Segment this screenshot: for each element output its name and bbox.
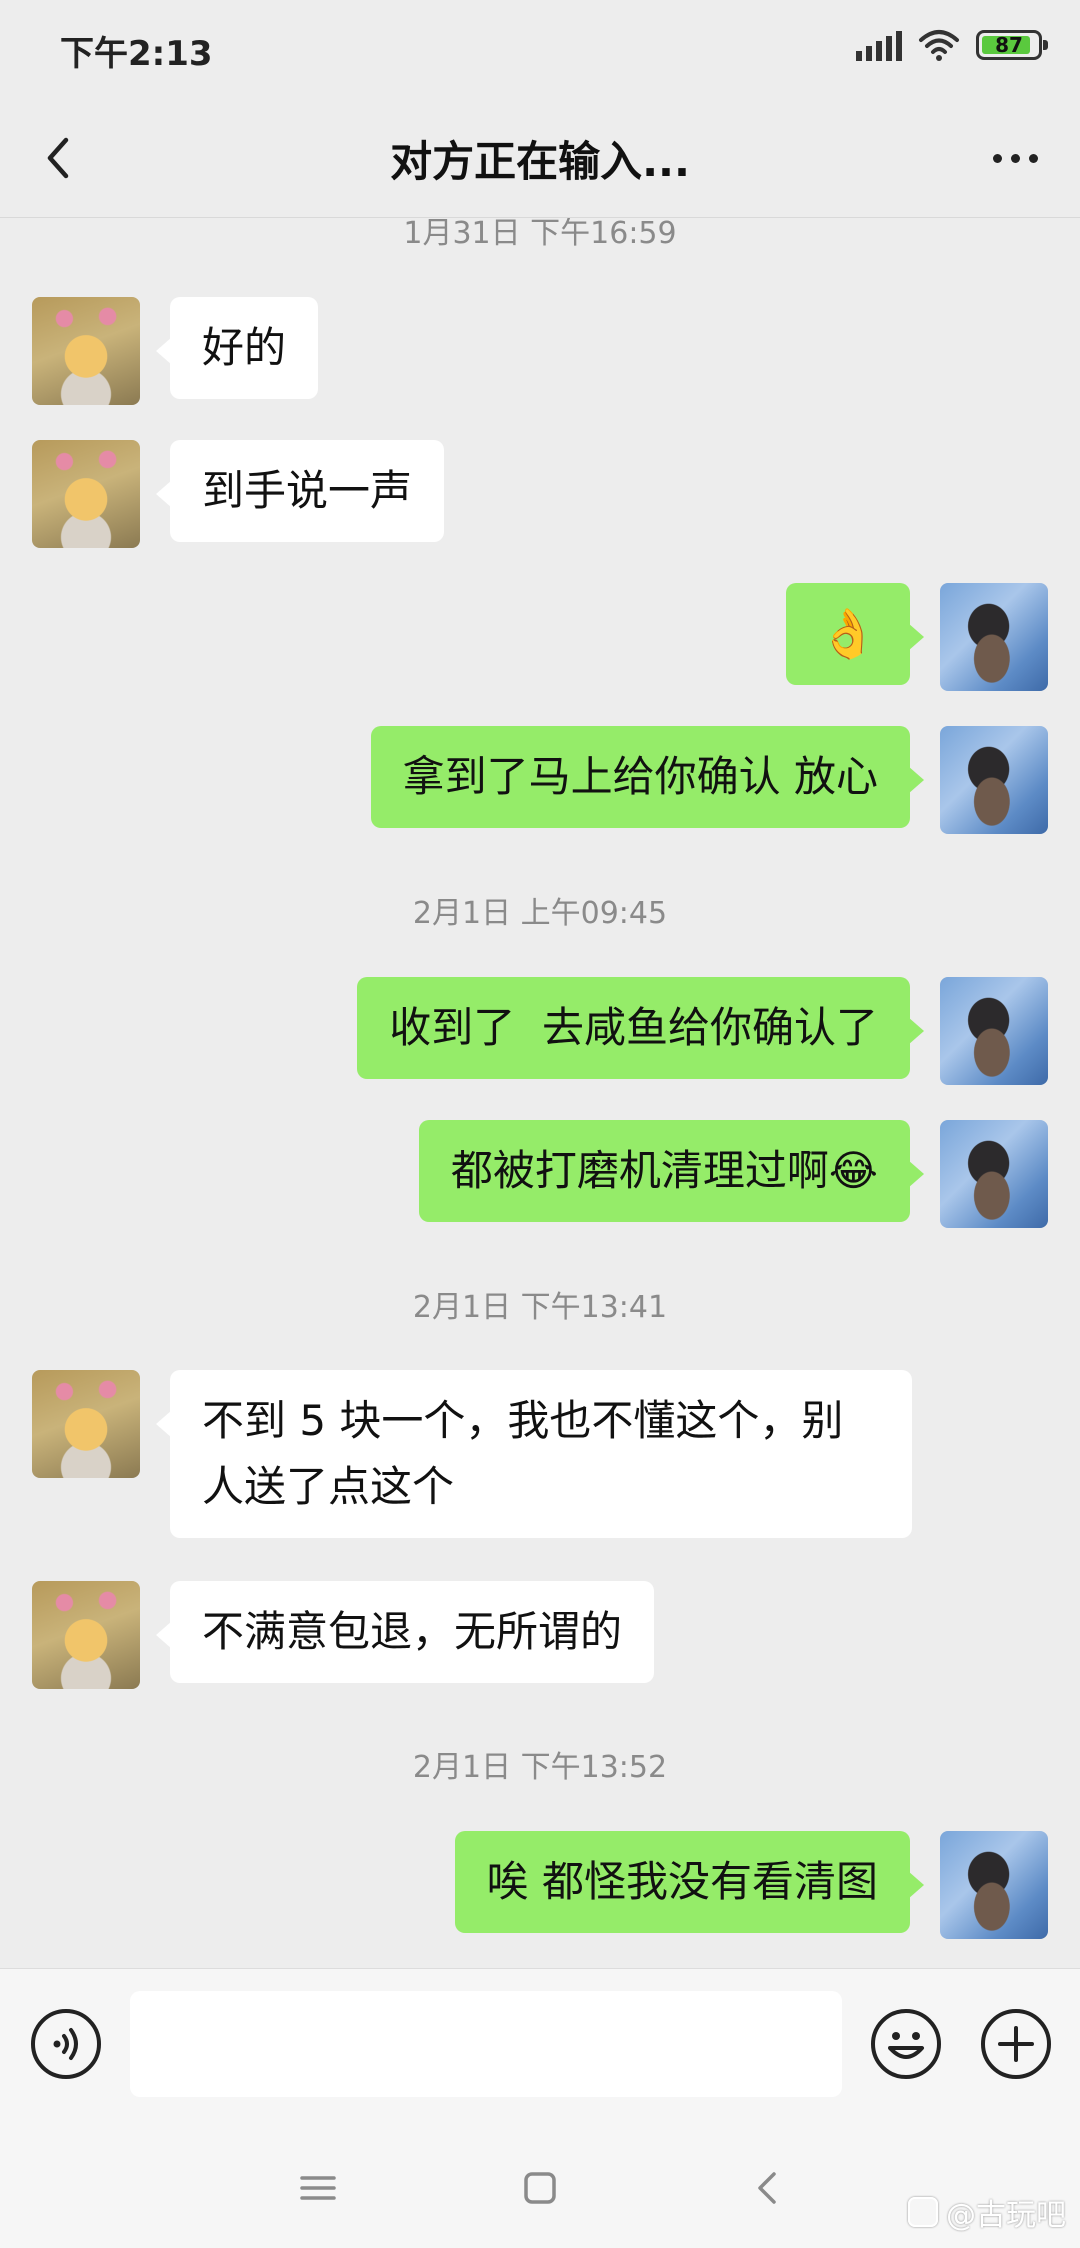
message-bubble-peer[interactable]: 好的: [155, 297, 319, 399]
chat-header: 对方正在输入...: [0, 100, 1080, 218]
status-time: 下午2:13: [60, 34, 213, 74]
battery-icon: 87: [976, 30, 1048, 60]
message-input-bar: [0, 1968, 1080, 2118]
more-dot-icon: [992, 153, 1002, 163]
message-bubble-peer[interactable]: 到手说一声: [155, 440, 445, 542]
signal-icon: [856, 29, 902, 61]
home-button[interactable]: [510, 2158, 570, 2218]
peer-avatar[interactable]: [32, 1370, 140, 1478]
self-avatar[interactable]: [940, 977, 1048, 1085]
more-functions-button[interactable]: [980, 2008, 1052, 2080]
watermark-text: @古玩吧: [946, 2198, 1066, 2233]
self-avatar[interactable]: [940, 583, 1048, 691]
more-dot-icon: [1010, 153, 1020, 163]
voice-input-button[interactable]: [30, 2008, 102, 2080]
voice-icon: [31, 2009, 101, 2079]
recent-apps-button[interactable]: [288, 2158, 348, 2218]
status-bar: 下午2:13 87: [0, 0, 1080, 100]
peer-avatar[interactable]: [32, 440, 140, 548]
message-bubble-self[interactable]: 拿到了马上给你确认 放心: [370, 726, 925, 828]
self-avatar[interactable]: [940, 1120, 1048, 1228]
message-timestamp: 1月31日 下午16:59: [403, 218, 677, 251]
status-icons: 87: [856, 28, 1048, 62]
message-bubble-self[interactable]: 收到了 去咸鱼给你确认了: [357, 977, 924, 1079]
back-arrow-icon: [758, 2172, 776, 2204]
more-dot-icon: [1028, 153, 1038, 163]
message-bubble-peer[interactable]: 不到 5 块一个，我也不懂这个，别人送了点这个: [156, 1370, 912, 1538]
system-navigation-bar: @古玩吧: [0, 2118, 1080, 2248]
peer-avatar[interactable]: [32, 297, 140, 405]
plus-icon: [981, 2009, 1051, 2079]
menu-icon: [300, 2176, 336, 2200]
message-bubble-self[interactable]: 👌: [786, 583, 924, 685]
self-avatar[interactable]: [940, 726, 1048, 834]
battery-level: 87: [995, 33, 1023, 57]
system-back-button[interactable]: [738, 2158, 798, 2218]
more-options-button[interactable]: [980, 128, 1050, 188]
chat-title: 对方正在输入...: [390, 137, 690, 186]
emoji-icon: [871, 2009, 941, 2079]
watermark-logo-icon: [908, 2197, 938, 2227]
home-square-icon: [524, 2172, 556, 2204]
message-timestamp: 2月1日 下午13:41: [412, 1290, 668, 1325]
message-bubble-self[interactable]: 唉 都怪我没有看清图: [454, 1831, 925, 1933]
message-timestamp: 2月1日 下午13:52: [412, 1750, 668, 1785]
peer-avatar[interactable]: [32, 1581, 140, 1689]
emoji-button[interactable]: [870, 2008, 942, 2080]
message-bubble-peer[interactable]: 不满意包退，无所谓的: [155, 1581, 655, 1683]
wifi-icon: [919, 30, 959, 61]
message-timestamp: 2月1日 上午09:45: [412, 896, 668, 931]
message-input[interactable]: [130, 1991, 842, 2097]
chat-message-list[interactable]: 1月31日 下午16:59 好的 到手说一声 👌 拿到了马上给你确认 放心 2月…: [0, 218, 1080, 1968]
watermark: @古玩吧: [908, 2190, 1066, 2234]
message-bubble-self[interactable]: 都被打磨机清理过啊😂: [418, 1120, 925, 1222]
self-avatar[interactable]: [940, 1831, 1048, 1939]
